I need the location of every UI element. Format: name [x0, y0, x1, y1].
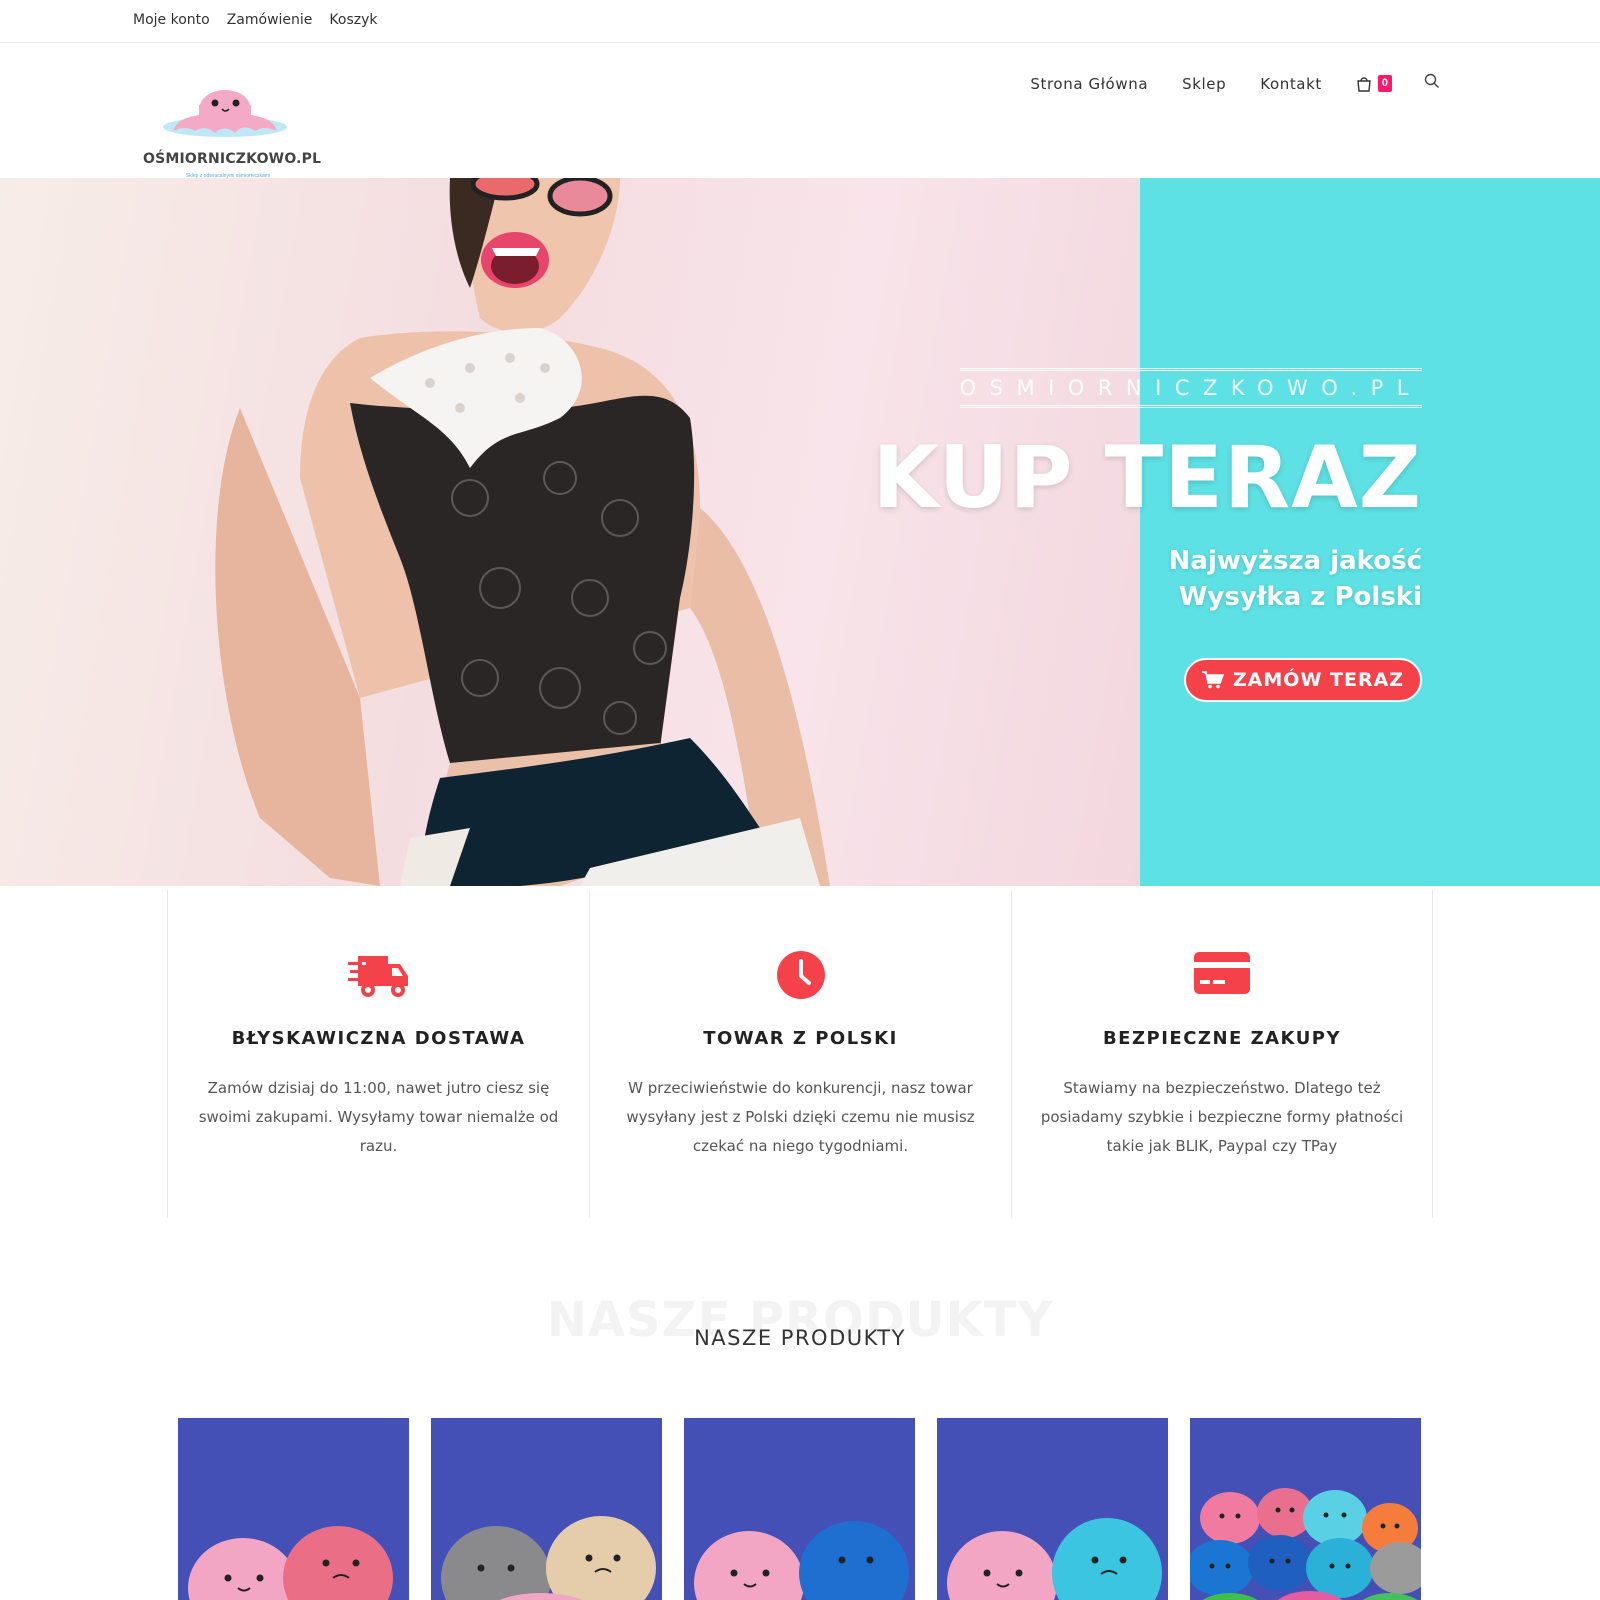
my-account-link[interactable]: Moje konto — [133, 12, 210, 28]
hero-brand: OSMIORNICZKOWO.PL — [959, 368, 1422, 408]
delivery-truck-icon — [347, 956, 408, 997]
order-now-label: ZAMÓW TERAZ — [1232, 669, 1405, 691]
product-card[interactable] — [431, 1418, 662, 1600]
feature-title: TOWAR Z POLSKI — [703, 1028, 898, 1049]
features-section: BŁYSKAWICZNA DOSTAWA Zamów dzisiaj do 11… — [167, 890, 1434, 1218]
cart-count-badge: 0 — [1377, 75, 1392, 92]
hero-model-image — [215, 178, 830, 886]
octopus-logo-icon — [163, 90, 287, 137]
feature-text: Zamów dzisiaj do 11:00, nawet jutro cies… — [198, 1079, 559, 1155]
order-now-button[interactable]: ZAMÓW TERAZ — [1184, 658, 1422, 702]
products-title: NASZE PRODUKTY — [694, 1326, 906, 1350]
feature-fast-delivery: BŁYSKAWICZNA DOSTAWA Zamów dzisiaj do 11… — [167, 890, 589, 1218]
top-bar: Moje konto Zamówienie Koszyk — [0, 0, 1600, 43]
feature-title: BŁYSKAWICZNA DOSTAWA — [231, 1028, 526, 1049]
site-logo[interactable]: OŚMIORNICZKOWO.PL Sklep z odwracalnymi o… — [143, 65, 322, 179]
product-card[interactable] — [937, 1418, 1168, 1600]
order-link[interactable]: Zamówienie — [227, 12, 313, 28]
cart-icon — [1357, 76, 1371, 92]
hero-subtitle-line1: Najwyższa jakość — [1168, 546, 1422, 576]
product-image — [694, 1521, 909, 1600]
hero-subtitle: Najwyższa jakość Wysyłka z Polski — [1169, 543, 1422, 615]
search-button[interactable] — [1424, 73, 1440, 94]
shopping-cart-icon — [1201, 671, 1224, 689]
clock-icon — [776, 951, 825, 999]
credit-card-icon — [1194, 952, 1250, 994]
top-links: Moje konto Zamówienie Koszyk — [133, 12, 378, 28]
product-image — [188, 1526, 393, 1600]
product-image — [1190, 1488, 1421, 1600]
feature-text: W przeciwieństwie do konkurencji, nasz t… — [626, 1079, 975, 1155]
hero-banner: OSMIORNICZKOWO.PL KUP TERAZ Najwyższa ja… — [0, 178, 1600, 886]
product-image — [441, 1516, 656, 1600]
product-card[interactable] — [1190, 1418, 1421, 1600]
logo-name: OŚMIORNICZKOWO.PL — [143, 151, 322, 167]
hero-accent-panel — [1140, 178, 1600, 886]
nav-shop[interactable]: Sklep — [1182, 75, 1226, 93]
product-card[interactable] — [178, 1418, 409, 1600]
hero-subtitle-line2: Wysyłka z Polski — [1178, 582, 1422, 612]
feature-title: BEZPIECZNE ZAKUPY — [1102, 1028, 1342, 1049]
main-nav: Strona Główna Sklep Kontakt 0 — [996, 73, 1440, 94]
cart-link[interactable]: Koszyk — [329, 12, 377, 28]
header-cart[interactable]: 0 — [1356, 75, 1392, 92]
product-card[interactable] — [684, 1418, 915, 1600]
feature-text: Stawiamy na bezpieczeństwo. Dlatego też … — [1040, 1079, 1404, 1155]
nav-contact[interactable]: Kontakt — [1260, 75, 1322, 93]
site-header: OŚMIORNICZKOWO.PL Sklep z odwracalnymi o… — [0, 43, 1600, 179]
products-grid — [178, 1418, 1421, 1600]
search-icon — [1424, 73, 1439, 88]
hero-title: KUP TERAZ — [872, 428, 1422, 528]
feature-polish-goods: TOWAR Z POLSKI W przeciwieństwie do konk… — [589, 890, 1011, 1218]
nav-home[interactable]: Strona Główna — [1030, 75, 1148, 93]
feature-secure-shopping: BEZPIECZNE ZAKUPY Stawiamy na bezpieczeń… — [1011, 890, 1433, 1218]
product-image — [947, 1518, 1162, 1600]
